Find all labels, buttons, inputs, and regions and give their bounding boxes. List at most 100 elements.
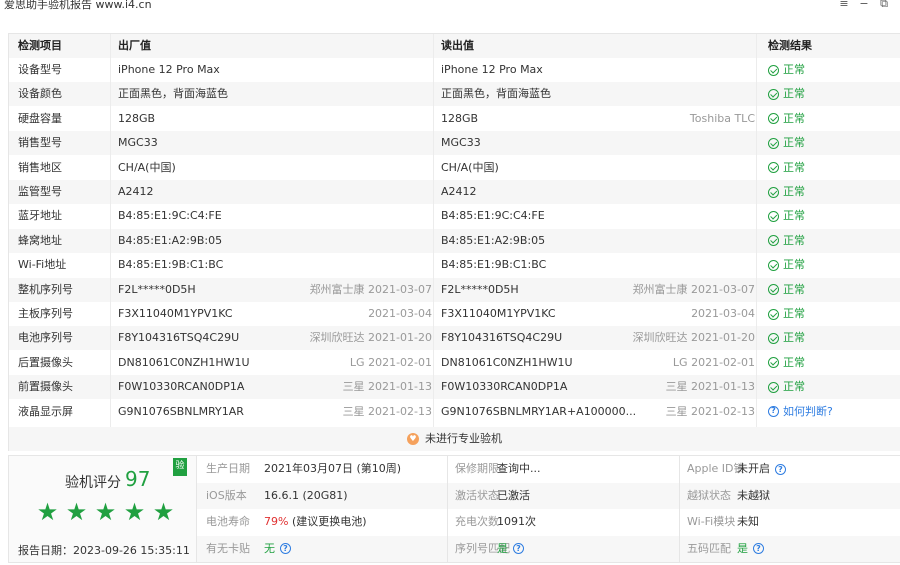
result-text: 正常 (783, 63, 805, 76)
read-value: 128GB (441, 111, 479, 125)
info-row: iOS版本 16.6.1 (20G81) 激活状态 已激活 越狱状态 未越狱 (197, 482, 900, 509)
row-result: 正常 (764, 131, 894, 155)
info-value-text: 是 (737, 541, 748, 555)
read-value: DN81061C0NZH1HW1U (441, 355, 573, 369)
row-item: 前置摄像头 (18, 380, 73, 394)
row-item: 监管型号 (18, 185, 62, 198)
row-item: 设备颜色 (18, 87, 62, 101)
read-meta: 2021-03-04 (691, 307, 755, 320)
help-icon[interactable]: ? (513, 543, 524, 554)
row-result: 正常 (764, 82, 894, 106)
table-row: 监管型号 A2412 A2412 正常 (9, 180, 900, 204)
row-read: F8Y104316TSQ4C29U 深圳欣旺达 2021-01-20 (441, 326, 761, 350)
table-row: 蓝牙地址 B4:85:E1:9C:C4:FE B4:85:E1:9C:C4:FE 正常 (9, 204, 900, 229)
row-result: 正常 (764, 375, 894, 399)
check-circle-icon (768, 235, 779, 247)
result-text: 正常 (783, 233, 805, 247)
factory-value: DN81061C0NZH1HW1U (118, 355, 250, 369)
report-date: 报告日期：2023-09-26 15:35:11 (18, 544, 190, 557)
row-read: B4:85:E1:9C:C4:FE (441, 204, 761, 228)
info-value: 是? (497, 536, 524, 562)
factory-value: G9N1076SBNLMRY1AR (118, 404, 244, 418)
read-value: 正面黑色，背面海蓝色 (441, 87, 551, 101)
check-circle-icon (768, 113, 779, 125)
row-read: F2L*****0D5H 郑州富士康 2021-03-07 (441, 278, 761, 302)
score-value: 97 (125, 467, 151, 491)
table-row: 销售型号 MGC33 MGC33 正常 (9, 131, 900, 156)
row-item: 蜂窝地址 (18, 233, 62, 247)
star-icon: ★ (36, 498, 59, 526)
row-read: CH/A(中国) (441, 156, 761, 180)
info-value: 79% (建议更换电池) (264, 509, 367, 535)
menu-icon[interactable]: ≡ (838, 0, 850, 11)
info-value-text: 未开启 (737, 462, 770, 475)
info-label: 越狱状态 (687, 488, 731, 502)
table-row: 蜂窝地址 B4:85:E1:A2:9B:05 B4:85:E1:A2:9B:05 正常 (9, 228, 900, 253)
check-circle-icon (768, 357, 779, 369)
column-divider (447, 456, 448, 562)
read-meta: 三星 2021-02-13 (665, 404, 755, 418)
info-value-text: 无 (264, 541, 275, 555)
check-circle-icon (768, 210, 779, 222)
row-factory: MGC33 (118, 131, 438, 155)
star-icon: ★ (94, 498, 117, 526)
notice-bar[interactable]: ♥ 未进行专业验机 (9, 427, 900, 451)
row-read: F3X11040M1YPV1KC 2021-03-04 (441, 302, 761, 326)
table-row: 液晶显示屏 G9N1076SBNLMRY1AR 三星 2021-02-13 G9N10… (9, 399, 900, 424)
row-read: iPhone 12 Pro Max (441, 58, 761, 82)
score-box: 验机评分 97 验 ★ ★ ★ ★ ★ 报告日期：2023-09-26 15:35:11 (9, 456, 197, 562)
minimize-icon[interactable]: − (858, 0, 870, 11)
help-icon[interactable]: ? (280, 543, 291, 554)
result-text: 正常 (783, 111, 805, 125)
result-text: 正常 (783, 282, 805, 296)
help-icon[interactable]: ? (775, 463, 786, 475)
row-item: 主板序列号 (18, 307, 73, 320)
factory-meta: 郑州富士康 2021-03-07 (309, 282, 432, 296)
row-result: 正常 (764, 229, 894, 253)
factory-value: F0W10330RCAN0DP1A (118, 380, 245, 394)
info-value-note: (建议更换电池) (291, 515, 367, 528)
info-value-text: 已激活 (497, 488, 530, 502)
restore-icon[interactable]: ⧉ (878, 0, 890, 11)
row-result[interactable]: ? 如何判断? (764, 400, 894, 424)
result-text: 正常 (783, 160, 805, 174)
header-factory: 出厂值 (118, 39, 151, 52)
info-label: iOS版本 (206, 488, 247, 502)
result-text: 正常 (783, 380, 805, 394)
star-icon: ★ (65, 498, 88, 526)
table-row: 设备颜色 正面黑色，背面海蓝色 正面黑色，背面海蓝色 正常 (9, 82, 900, 107)
table-row: Wi-Fi地址 B4:85:E1:9B:C1:BC B4:85:E1:9B:C1:B… (9, 253, 900, 278)
read-meta: 郑州富士康 2021-03-07 (632, 282, 755, 296)
info-label: 充电次数 (455, 515, 499, 528)
check-circle-icon (768, 308, 779, 320)
check-circle-icon (768, 162, 779, 174)
row-read: A2412 (441, 180, 761, 204)
result-text: 正常 (783, 87, 805, 101)
info-row: 生产日期 2021年03月07日 (第10周) 保修期限 查询中... Apple ID… (197, 456, 900, 482)
info-value: 查询中... (497, 456, 541, 482)
result-text[interactable]: 如何判断? (783, 400, 833, 424)
info-value: 1091次 (497, 509, 536, 535)
table-row: 前置摄像头 F0W10330RCAN0DP1A 三星 2021-01-13 F0W10… (9, 375, 900, 400)
row-read: DN81061C0NZH1HW1U LG 2021-02-01 (441, 351, 761, 375)
check-circle-icon (768, 381, 779, 393)
result-text: 正常 (783, 258, 805, 272)
star-rating: ★ ★ ★ ★ ★ (33, 498, 178, 526)
info-value-text: 未知 (737, 515, 759, 528)
row-item: 电池序列号 (18, 331, 73, 345)
notice-text: 未进行专业验机 (425, 432, 502, 445)
help-icon[interactable]: ? (753, 543, 764, 554)
info-label: 生产日期 (206, 462, 250, 475)
read-value: F3X11040M1YPV1KC (441, 307, 556, 320)
row-factory: F3X11040M1YPV1KC 2021-03-04 (118, 302, 438, 326)
row-factory: F2L*****0D5H 郑州富士康 2021-03-07 (118, 278, 438, 302)
column-divider (679, 456, 680, 562)
factory-value: F3X11040M1YPV1KC (118, 307, 233, 320)
title-bar: 爱思助手验机报告 www.i4.cn ≡ − ⧉ (0, 0, 900, 15)
read-value: F8Y104316TSQ4C29U (441, 331, 563, 345)
info-label: 电池寿命 (206, 515, 250, 528)
row-read: B4:85:E1:9B:C1:BC (441, 253, 761, 277)
table-row: 设备型号 iPhone 12 Pro Max iPhone 12 Pro Max 正常 (9, 58, 900, 82)
read-value: G9N1076SBNLMRY1AR+A100000... (441, 404, 637, 418)
star-icon: ★ (123, 498, 146, 526)
